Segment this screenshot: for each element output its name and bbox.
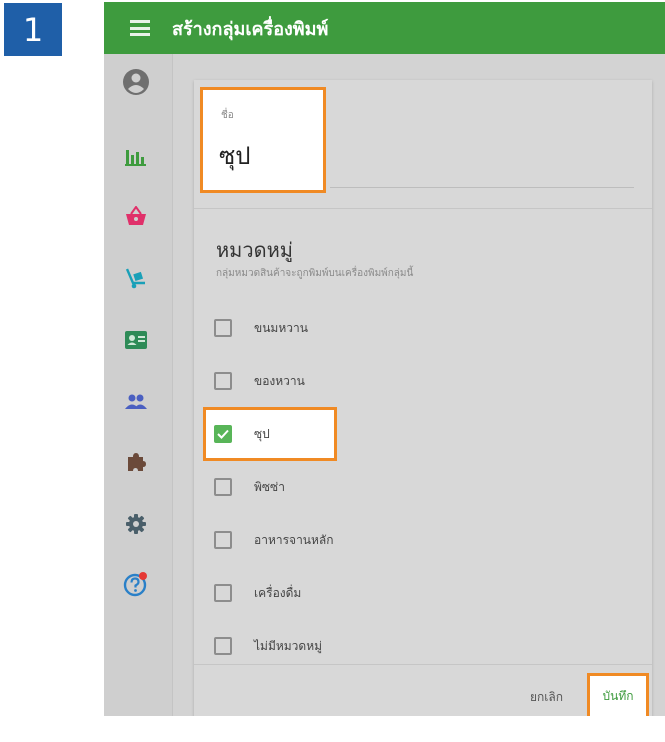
puzzle-icon[interactable] — [122, 448, 150, 476]
checkbox-label: ขนมหวาน — [254, 320, 308, 335]
name-field-label: ชื่อ — [221, 110, 234, 121]
checkbox-label: อาหารจานหลัก — [254, 532, 334, 547]
checkbox-label: ของหวาน — [254, 373, 305, 388]
checkbox-label: เครื่องดื่ม — [254, 585, 302, 600]
name-field[interactable]: ชื่อ ซุป — [200, 87, 326, 193]
checkbox[interactable] — [214, 531, 232, 549]
category-checkbox-row[interactable]: ของหวาน — [214, 361, 305, 401]
name-field-underline — [330, 187, 634, 188]
category-checkbox-row[interactable]: ขนมหวาน — [214, 308, 308, 348]
checkbox[interactable] — [214, 637, 232, 655]
category-heading: หมวดหมู่ — [216, 238, 293, 262]
basket-icon[interactable] — [122, 202, 150, 230]
category-subtitle: กลุ่มหมวดสินค้าจะถูกพิมพ์บนเครื่องพิมพ์ก… — [216, 268, 414, 279]
footer-divider — [194, 664, 652, 665]
bar-chart-icon[interactable] — [122, 142, 150, 170]
check-icon — [217, 429, 229, 439]
checkbox-label: พิซซ่า — [254, 479, 285, 494]
step-number-badge: 1 — [4, 3, 62, 56]
checkbox[interactable] — [214, 372, 232, 390]
name-field-value[interactable]: ซุป — [219, 136, 251, 175]
settings-icon[interactable] — [122, 510, 150, 538]
cancel-button[interactable]: ยกเลิก — [530, 688, 563, 707]
printer-group-form-card: ชื่อ ซุป หมวดหมู่ กลุ่มหมวดสินค้าจะถูกพิ… — [194, 80, 652, 716]
category-checkbox-row[interactable]: อาหารจานหลัก — [214, 520, 334, 560]
checkbox-label: ซุป — [254, 426, 270, 441]
app-window: สร้างกลุ่มเครื่องพิมพ์ ชื่อ ซุป หมวดหมู่… — [104, 2, 665, 716]
category-checkbox-row[interactable]: ไม่มีหมวดหมู่ — [214, 626, 322, 666]
category-checkbox-row[interactable]: เครื่องดื่ม — [214, 573, 301, 613]
checkbox[interactable] — [214, 584, 232, 602]
help-icon[interactable] — [122, 570, 150, 598]
category-checkbox-row[interactable]: ซุป — [214, 414, 270, 454]
checkbox[interactable] — [214, 478, 232, 496]
contact-card-icon[interactable] — [122, 326, 150, 354]
step-number: 1 — [22, 10, 44, 49]
save-button[interactable]: บันทึก — [587, 673, 649, 716]
notification-dot — [139, 572, 147, 580]
checkbox-label: ไม่มีหมวดหมู่ — [254, 638, 323, 653]
top-app-bar: สร้างกลุ่มเครื่องพิมพ์ — [104, 2, 665, 54]
sidebar-nav — [104, 54, 173, 716]
hamburger-menu-icon[interactable] — [130, 20, 150, 36]
category-checkbox-row[interactable]: พิซซ่า — [214, 467, 285, 507]
section-divider — [194, 208, 652, 209]
checkbox[interactable] — [214, 319, 232, 337]
people-icon[interactable] — [122, 388, 150, 416]
save-button-label: บันทึก — [602, 688, 634, 703]
page-title: สร้างกลุ่มเครื่องพิมพ์ — [172, 18, 329, 40]
account-circle-icon[interactable] — [122, 68, 150, 96]
checkbox-checked[interactable] — [214, 425, 232, 443]
dolly-icon[interactable] — [122, 264, 150, 292]
